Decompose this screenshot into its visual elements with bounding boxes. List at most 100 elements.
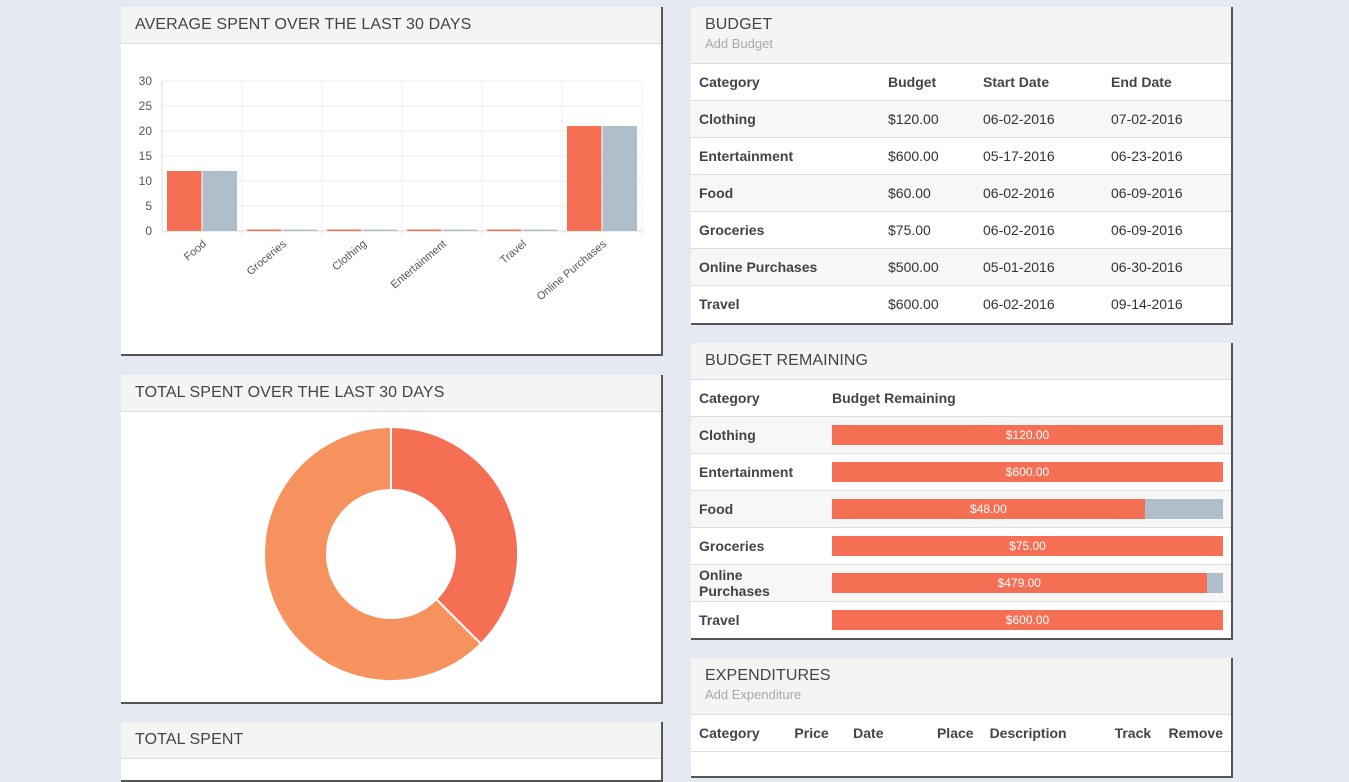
table-row: Food $60.00 06-02-2016 06-09-2016 [691, 174, 1231, 212]
bar-clothing[interactable] [327, 229, 362, 232]
table-row: Groceries $75.00 06-02-2016 06-09-2016 [691, 211, 1231, 249]
table-row: Online Purchases $479.00 [691, 564, 1231, 602]
remaining-progress-bar: $600.00 [832, 461, 1223, 482]
x-tick-label: Online Purchases [535, 238, 610, 303]
budget-end-date: 06-09-2016 [1103, 211, 1231, 249]
bar-food[interactable] [202, 171, 238, 231]
total-spent-30-days-title: TOTAL SPENT OVER THE LAST 30 DAYS [135, 384, 445, 401]
remaining-col-amount: Budget Remaining [824, 380, 1231, 417]
bar-clothing[interactable] [362, 229, 398, 232]
remaining-bar-cell: $600.00 [824, 601, 1231, 638]
budget-remaining-panel: BUDGET REMAINING Category Budget Remaini… [691, 343, 1233, 640]
table-row: Travel $600.00 [691, 601, 1231, 638]
budget-end-date: 06-30-2016 [1103, 248, 1231, 286]
y-tick-label: 0 [145, 224, 152, 238]
remaining-amount-label: $600.00 [1005, 464, 1050, 479]
budget-category: Entertainment [691, 137, 880, 175]
budget-category: Groceries [691, 211, 880, 249]
remaining-bar-cell: $75.00 [824, 527, 1231, 565]
budget-start-date: 06-02-2016 [975, 211, 1103, 249]
expenditures-title: EXPENDITURES [705, 667, 831, 684]
exp-col-remove: Remove [1160, 715, 1231, 752]
remaining-bar-cell: $600.00 [824, 453, 1231, 491]
remaining-amount-label: $48.00 [970, 501, 1007, 516]
table-row: Clothing $120.00 06-02-2016 07-02-2016 [691, 100, 1231, 138]
exp-col-category: Category [691, 715, 787, 752]
budget-col-start-date: Start Date [975, 64, 1103, 101]
budget-end-date: 06-09-2016 [1103, 174, 1231, 212]
table-row: Groceries $75.00 [691, 527, 1231, 565]
table-row: Online Purchases $500.00 05-01-2016 06-3… [691, 248, 1231, 286]
budget-start-date: 06-02-2016 [975, 174, 1103, 212]
budget-category: Clothing [691, 100, 880, 138]
remaining-amount-label: $75.00 [1009, 538, 1046, 553]
budget-category: Food [691, 174, 880, 212]
total-spent-header: TOTAL SPENT [121, 722, 661, 759]
expenditures-header-row: Category Price Date Place Description Tr… [691, 715, 1231, 752]
total-spent-panel: TOTAL SPENT [121, 722, 663, 782]
budget-category: Travel [699, 295, 740, 312]
budget-panel: BUDGET Add Budget Category Budget Start … [691, 7, 1233, 325]
bar-entertainment[interactable] [442, 229, 478, 232]
average-spent-title: AVERAGE SPENT OVER THE LAST 30 DAYS [135, 16, 472, 33]
y-tick-label: 25 [139, 99, 153, 113]
expenditures-header: EXPENDITURES Add Expenditure [691, 658, 1231, 715]
total-spent-30-days-header: TOTAL SPENT OVER THE LAST 30 DAYS [121, 375, 661, 412]
budget-amount: $600.00 [880, 137, 975, 175]
expenditures-table: Category Price Date Place Description Tr… [691, 715, 1231, 752]
y-tick-label: 30 [139, 74, 153, 88]
x-tick-label: Food [182, 238, 209, 263]
remaining-category: Clothing [691, 416, 824, 454]
remaining-col-category: Category [691, 380, 824, 417]
bar-food[interactable] [167, 171, 202, 231]
total-spent-donut-chart [263, 425, 519, 682]
bar-online-purchases[interactable] [567, 126, 602, 231]
bar-groceries[interactable] [282, 229, 318, 232]
budget-start-date: 06-02-2016 [975, 100, 1103, 138]
x-tick-label: Groceries [245, 238, 290, 278]
x-tick-label: Entertainment [389, 238, 449, 291]
remaining-bar-cell: $120.00 [824, 416, 1231, 454]
bar-travel[interactable] [487, 229, 522, 232]
budget-category: Online Purchases [691, 248, 880, 286]
budget-start-date: 05-17-2016 [975, 137, 1103, 175]
remaining-bar-cell: $48.00 [824, 490, 1231, 528]
donut-slice[interactable] [390, 425, 519, 646]
bar-groceries[interactable] [247, 229, 282, 232]
remaining-category: Travel [699, 611, 740, 628]
budget-table-header-row: Category Budget Start Date End Date [691, 64, 1231, 101]
budget-start-date: 05-01-2016 [975, 248, 1103, 286]
expenditures-panel: EXPENDITURES Add Expenditure Category Pr… [691, 658, 1233, 778]
remaining-progress-bar: $75.00 [832, 535, 1223, 556]
table-row: Travel $600.00 06-02-2016 09-14-2016 [691, 285, 1231, 322]
budget-col-budget: Budget [880, 64, 975, 101]
budget-amount: $120.00 [880, 100, 975, 138]
y-tick-label: 20 [139, 124, 153, 138]
y-tick-label: 5 [145, 199, 152, 213]
y-tick-label: 10 [139, 174, 153, 188]
total-spent-title: TOTAL SPENT [135, 731, 244, 748]
budget-amount: $75.00 [880, 211, 975, 249]
average-spent-panel: AVERAGE SPENT OVER THE LAST 30 DAYS 0 5 10… [121, 7, 663, 356]
add-budget-link[interactable]: Add Budget [705, 36, 1217, 51]
exp-col-description: Description [981, 715, 1107, 752]
total-spent-30-days-panel: TOTAL SPENT OVER THE LAST 30 DAYS [121, 375, 663, 704]
budget-remaining-table: Category Budget Remaining Clothing $120.0… [691, 380, 1231, 638]
remaining-amount-label: $600.00 [1005, 612, 1050, 627]
average-spent-header: AVERAGE SPENT OVER THE LAST 30 DAYS [121, 7, 661, 44]
add-expenditure-link[interactable]: Add Expenditure [705, 687, 1217, 702]
bar-entertainment[interactable] [407, 229, 442, 232]
bar-online-purchases[interactable] [602, 126, 638, 231]
remaining-progress-bar: $600.00 [832, 609, 1223, 630]
budget-start-date: 06-02-2016 [983, 295, 1055, 312]
remaining-bar-cell: $479.00 [824, 564, 1231, 602]
budget-remaining-header-row: Category Budget Remaining [691, 380, 1231, 417]
remaining-progress-bar: $120.00 [832, 424, 1223, 445]
remaining-amount-label: $120.00 [1005, 427, 1050, 442]
remaining-progress-bar: $479.00 [832, 572, 1223, 593]
budget-end-date: 07-02-2016 [1103, 100, 1231, 138]
budget-amount: $60.00 [880, 174, 975, 212]
bar-travel[interactable] [522, 229, 558, 232]
exp-col-place: Place [928, 715, 982, 752]
budget-amount: $600.00 [888, 295, 939, 312]
